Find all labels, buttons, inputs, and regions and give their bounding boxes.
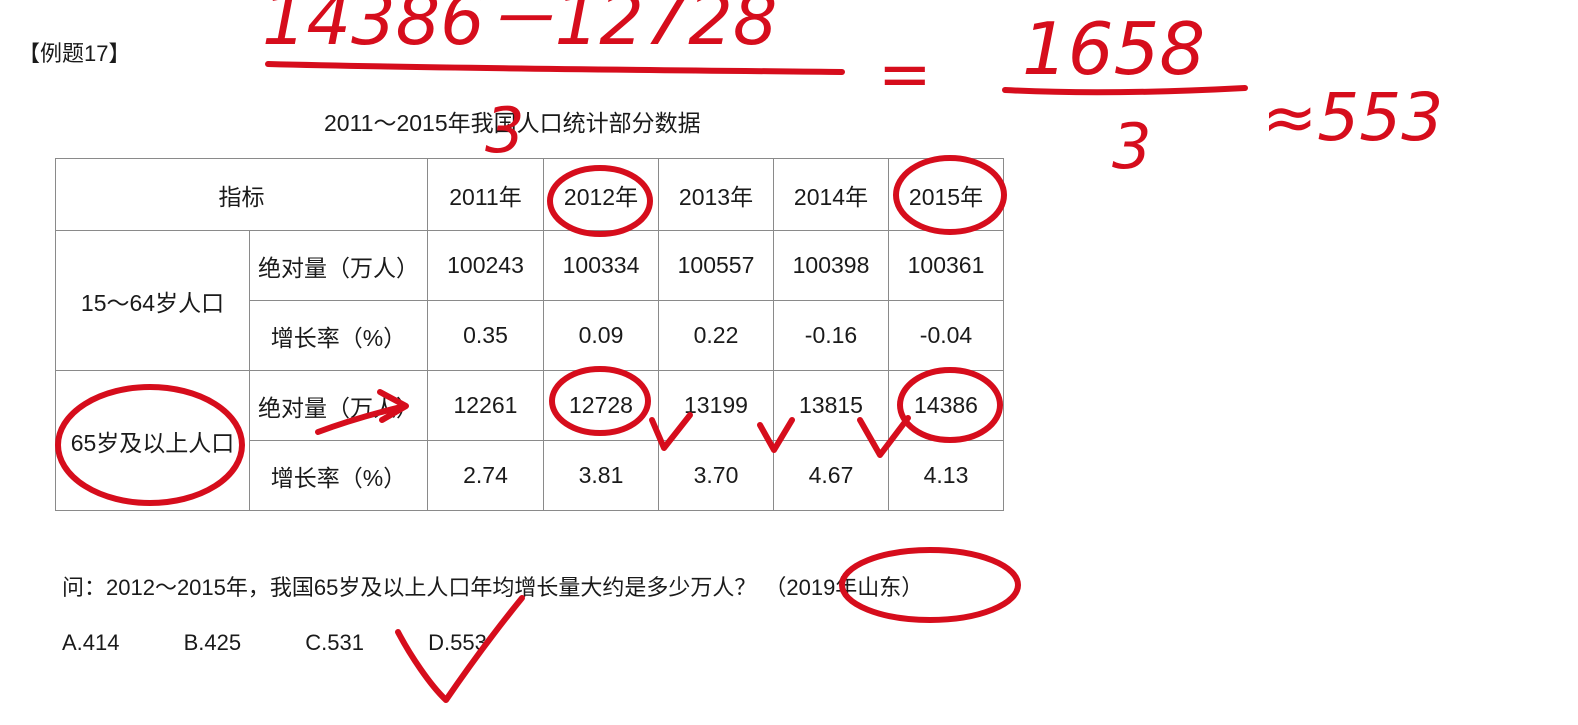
ink-denominator-right: 3	[1112, 110, 1151, 183]
table-cell: 0.09	[543, 300, 659, 371]
table-cell: 0.35	[427, 300, 544, 371]
table-cell: 3.81	[543, 440, 659, 511]
metric-label: 绝对量（万人）	[249, 370, 428, 441]
population-table: 指标 2011年 2012年 2013年 2014年 2015年 15～64岁人…	[55, 158, 1004, 511]
table-cell: 4.13	[888, 440, 1004, 511]
ink-fraction-bar-right	[1002, 85, 1248, 96]
table-row: 15～64岁人口 绝对量（万人） 100243 100334 100557 10…	[55, 230, 1004, 371]
ink-numerator-right: 1658	[1022, 7, 1205, 91]
table-cell: -0.04	[888, 300, 1004, 371]
question: 问：2012～2015年，我国65岁及以上人口年均增长量大约是多少万人？ （201…	[62, 570, 923, 602]
option-c[interactable]: C.531	[305, 630, 364, 656]
header-year: 2011年	[427, 158, 544, 231]
metric-label: 增长率（%）	[249, 440, 428, 511]
option-b[interactable]: B.425	[184, 630, 242, 656]
ink-fraction-bar	[265, 61, 845, 75]
table-cell: 100334	[543, 230, 659, 301]
table-cell: 0.22	[658, 300, 774, 371]
table-cell: 100398	[773, 230, 889, 301]
header-year: 2015年	[888, 158, 1004, 231]
ink-result: ≈553	[1262, 79, 1443, 156]
header-year: 2013年	[658, 158, 774, 231]
table-cell: 3.70	[658, 440, 774, 511]
table-cell: 14386	[888, 370, 1004, 441]
ink-equals: =	[878, 38, 932, 112]
table-cell: 12261	[427, 370, 544, 441]
table-cell: 100243	[427, 230, 544, 301]
table-cell: 13815	[773, 370, 889, 441]
group-label: 15～64岁人口	[55, 230, 250, 371]
table-cell: 12728	[543, 370, 659, 441]
ink-numerator: 14386－12728	[262, 0, 777, 61]
header-indicator: 指标	[55, 158, 428, 231]
table-cell: -0.16	[773, 300, 889, 371]
option-a[interactable]: A.414	[62, 630, 120, 656]
option-d[interactable]: D.553	[428, 630, 487, 656]
table-title: 2011～2015年我国人口统计部分数据	[324, 110, 701, 136]
table-header-row: 指标 2011年 2012年 2013年 2014年 2015年	[55, 158, 1004, 231]
metric-label: 绝对量（万人）	[249, 230, 428, 301]
table-cell: 2.74	[427, 440, 544, 511]
group-label: 65岁及以上人口	[55, 370, 250, 511]
table-cell: 13199	[658, 370, 774, 441]
metric-label: 增长率（%）	[249, 300, 428, 371]
answer-options: A.414 B.425 C.531 D.553	[62, 630, 545, 656]
table-cell: 4.67	[773, 440, 889, 511]
header-year: 2014年	[773, 158, 889, 231]
example-label: 【例题17】	[18, 41, 131, 66]
header-year: 2012年	[543, 158, 659, 231]
question-text: 问：2012～2015年，我国65岁及以上人口年均增长量大约是多少万人？	[62, 575, 757, 600]
table-row: 65岁及以上人口 绝对量（万人） 12261 12728 13199 13815…	[55, 370, 1004, 511]
table-cell: 100557	[658, 230, 774, 301]
table-cell: 100361	[888, 230, 1004, 301]
question-source: （2019年山东）	[764, 575, 924, 600]
